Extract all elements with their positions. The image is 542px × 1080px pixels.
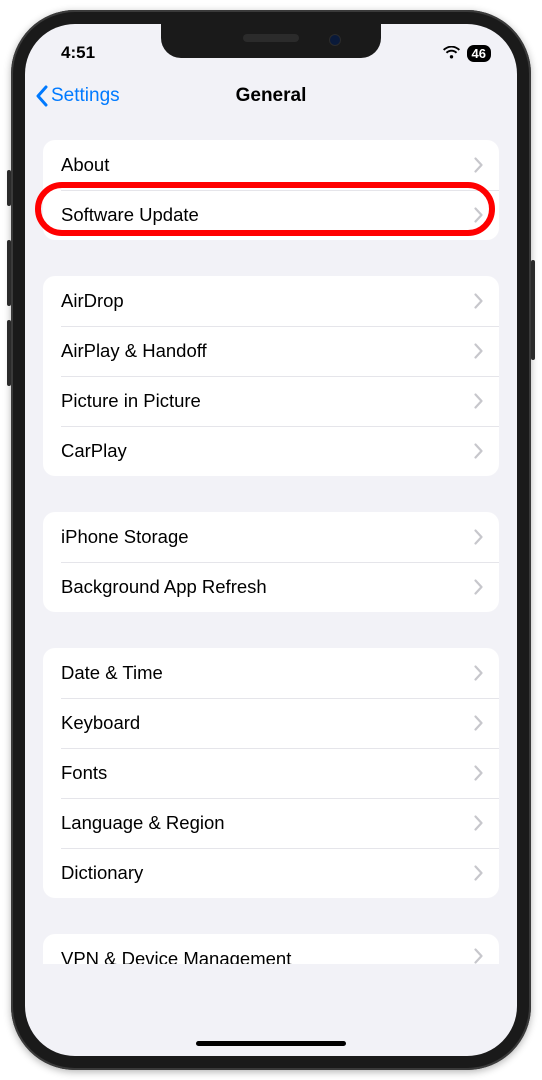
row-fonts[interactable]: Fonts <box>43 748 499 798</box>
volume-down-button <box>7 320 11 386</box>
row-label: Software Update <box>61 204 199 226</box>
back-label: Settings <box>51 85 120 107</box>
settings-group: Date & Time Keyboard Fonts Language & Regio… <box>43 648 499 898</box>
chevron-right-icon <box>474 665 483 681</box>
chevron-right-icon <box>474 343 483 359</box>
phone-frame: 4:51 46 Settings General About Software U… <box>11 10 531 1070</box>
row-vpn-device-management[interactable]: VPN & Device Management <box>43 934 499 964</box>
chevron-right-icon <box>474 207 483 223</box>
settings-group: About Software Update <box>43 140 499 240</box>
row-keyboard[interactable]: Keyboard <box>43 698 499 748</box>
row-background-app-refresh[interactable]: Background App Refresh <box>43 562 499 612</box>
status-time: 4:51 <box>61 43 95 63</box>
row-date-time[interactable]: Date & Time <box>43 648 499 698</box>
row-label: Keyboard <box>61 712 140 734</box>
battery-icon: 46 <box>467 45 491 62</box>
chevron-right-icon <box>474 293 483 309</box>
row-label: About <box>61 154 109 176</box>
notch <box>161 24 381 58</box>
row-label: iPhone Storage <box>61 526 189 548</box>
chevron-right-icon <box>474 815 483 831</box>
row-label: Picture in Picture <box>61 390 201 412</box>
chevron-right-icon <box>474 865 483 881</box>
row-label: Dictionary <box>61 862 143 884</box>
status-right: 46 <box>442 45 491 62</box>
chevron-right-icon <box>474 715 483 731</box>
row-label: AirDrop <box>61 290 124 312</box>
chevron-right-icon <box>474 529 483 545</box>
settings-group: AirDrop AirPlay & Handoff Picture in Pictu… <box>43 276 499 476</box>
nav-bar: Settings General <box>25 72 517 120</box>
volume-up-button <box>7 240 11 306</box>
row-carplay[interactable]: CarPlay <box>43 426 499 476</box>
row-label: Date & Time <box>61 662 163 684</box>
home-indicator[interactable] <box>196 1041 346 1046</box>
row-airdrop[interactable]: AirDrop <box>43 276 499 326</box>
chevron-right-icon <box>474 948 483 964</box>
row-label: Background App Refresh <box>61 576 267 598</box>
chevron-right-icon <box>474 579 483 595</box>
chevron-right-icon <box>474 393 483 409</box>
row-picture-in-picture[interactable]: Picture in Picture <box>43 376 499 426</box>
back-button[interactable]: Settings <box>35 85 120 107</box>
content-area: About Software Update AirDrop AirPlay & Han… <box>25 140 517 964</box>
chevron-left-icon <box>35 85 49 107</box>
side-button <box>531 260 535 360</box>
silent-switch <box>7 170 11 206</box>
chevron-right-icon <box>474 765 483 781</box>
row-label: Language & Region <box>61 812 225 834</box>
settings-group: iPhone Storage Background App Refresh <box>43 512 499 612</box>
row-label: VPN & Device Management <box>61 948 291 964</box>
row-label: Fonts <box>61 762 107 784</box>
chevron-right-icon <box>474 157 483 173</box>
row-software-update[interactable]: Software Update <box>43 190 499 240</box>
notch-camera <box>329 34 341 46</box>
row-airplay-handoff[interactable]: AirPlay & Handoff <box>43 326 499 376</box>
chevron-right-icon <box>474 443 483 459</box>
row-iphone-storage[interactable]: iPhone Storage <box>43 512 499 562</box>
row-label: AirPlay & Handoff <box>61 340 207 362</box>
screen: 4:51 46 Settings General About Software U… <box>25 24 517 1056</box>
notch-speaker <box>243 34 299 42</box>
row-dictionary[interactable]: Dictionary <box>43 848 499 898</box>
row-label: CarPlay <box>61 440 127 462</box>
battery-percent: 46 <box>472 47 486 60</box>
row-about[interactable]: About <box>43 140 499 190</box>
row-language-region[interactable]: Language & Region <box>43 798 499 848</box>
wifi-icon <box>442 46 461 60</box>
